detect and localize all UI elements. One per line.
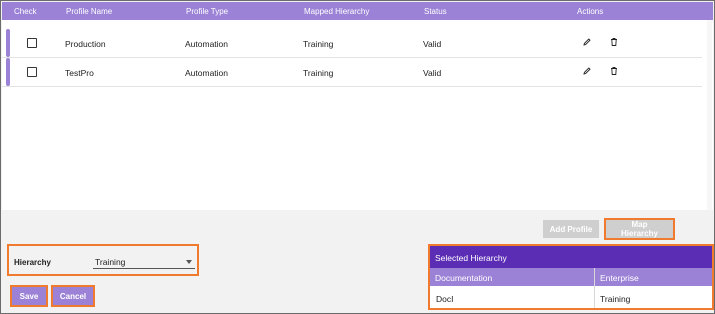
- profile-name: TestPro: [65, 68, 94, 78]
- column-divider: [594, 268, 595, 308]
- enterprise-value: Training: [600, 294, 631, 304]
- save-button[interactable]: Save: [10, 285, 48, 307]
- selected-hierarchy-title-bar: Selected Hierarchy: [430, 246, 712, 268]
- profile-type: Automation: [185, 68, 228, 78]
- profile-status: Valid: [423, 39, 442, 49]
- hierarchy-dropdown[interactable]: Training: [93, 254, 195, 269]
- documentation-value: DocI: [436, 294, 454, 304]
- add-profile-button[interactable]: Add Profile: [543, 220, 599, 238]
- profile-mapping-window: Check Profile Name Profile Type Mapped H…: [0, 0, 715, 314]
- mapped-hierarchy: Training: [303, 39, 334, 49]
- edit-icon[interactable]: [582, 66, 592, 76]
- dropdown-caret-icon: [186, 260, 192, 264]
- table-scrollbar[interactable]: [707, 20, 712, 210]
- header-check: Check: [14, 7, 37, 16]
- hierarchy-field: Hierarchy Training: [7, 244, 199, 276]
- hierarchy-label: Hierarchy: [14, 258, 51, 267]
- column-documentation: Documentation: [435, 273, 493, 283]
- selected-hierarchy-title: Selected Hierarchy: [435, 253, 507, 263]
- profile-name: Production: [65, 39, 106, 49]
- map-hierarchy-button[interactable]: Map Hierarchy: [604, 218, 675, 240]
- row-checkbox[interactable]: [27, 38, 37, 48]
- selected-hierarchy-row: DocI Training: [430, 286, 712, 308]
- header-actions: Actions: [577, 7, 604, 16]
- header-status: Status: [424, 7, 447, 16]
- row-accent: [6, 29, 10, 57]
- header-mapped-hierarchy: Mapped Hierarchy: [304, 7, 370, 16]
- mapped-hierarchy: Training: [303, 68, 334, 78]
- profile-type: Automation: [185, 39, 228, 49]
- table-row[interactable]: TestPro Automation Training Valid: [2, 58, 702, 87]
- header-profile-name: Profile Name: [66, 7, 113, 16]
- header-profile-type: Profile Type: [186, 7, 229, 16]
- table-header: Check Profile Name Profile Type Mapped H…: [2, 2, 713, 20]
- profile-status: Valid: [423, 68, 442, 78]
- selected-hierarchy-header: Documentation Enterprise: [430, 268, 712, 286]
- edit-icon[interactable]: [582, 37, 592, 47]
- hierarchy-value: Training: [95, 257, 126, 267]
- cancel-button[interactable]: Cancel: [51, 285, 95, 307]
- delete-icon[interactable]: [609, 37, 619, 47]
- selected-hierarchy-panel: Selected Hierarchy Documentation Enterpr…: [428, 244, 714, 310]
- row-checkbox[interactable]: [27, 67, 37, 77]
- column-enterprise: Enterprise: [600, 273, 639, 283]
- profiles-table-body: Production Automation Training Valid Tes…: [2, 20, 713, 210]
- table-row[interactable]: Production Automation Training Valid: [2, 29, 702, 58]
- row-accent: [6, 58, 10, 86]
- delete-icon[interactable]: [609, 66, 619, 76]
